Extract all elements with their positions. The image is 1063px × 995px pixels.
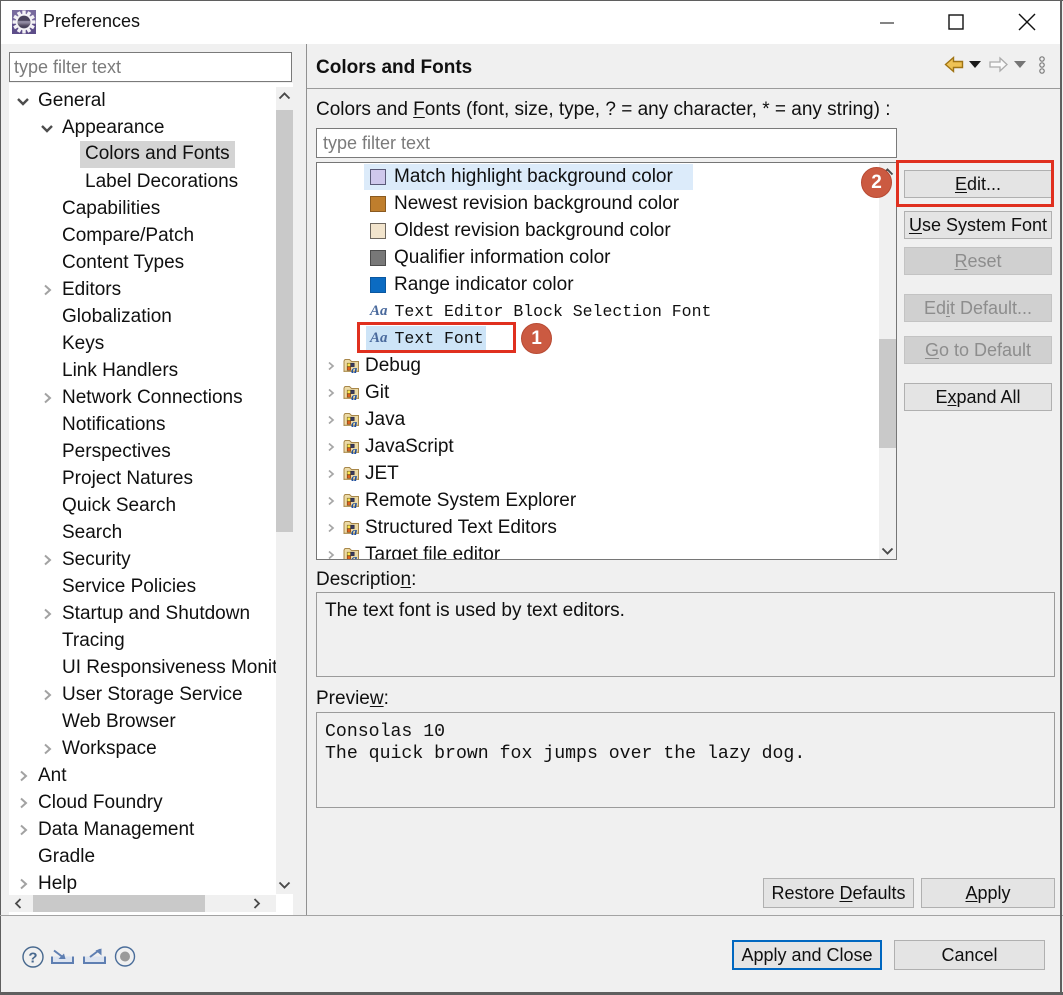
svg-text:?: ? bbox=[28, 950, 37, 967]
